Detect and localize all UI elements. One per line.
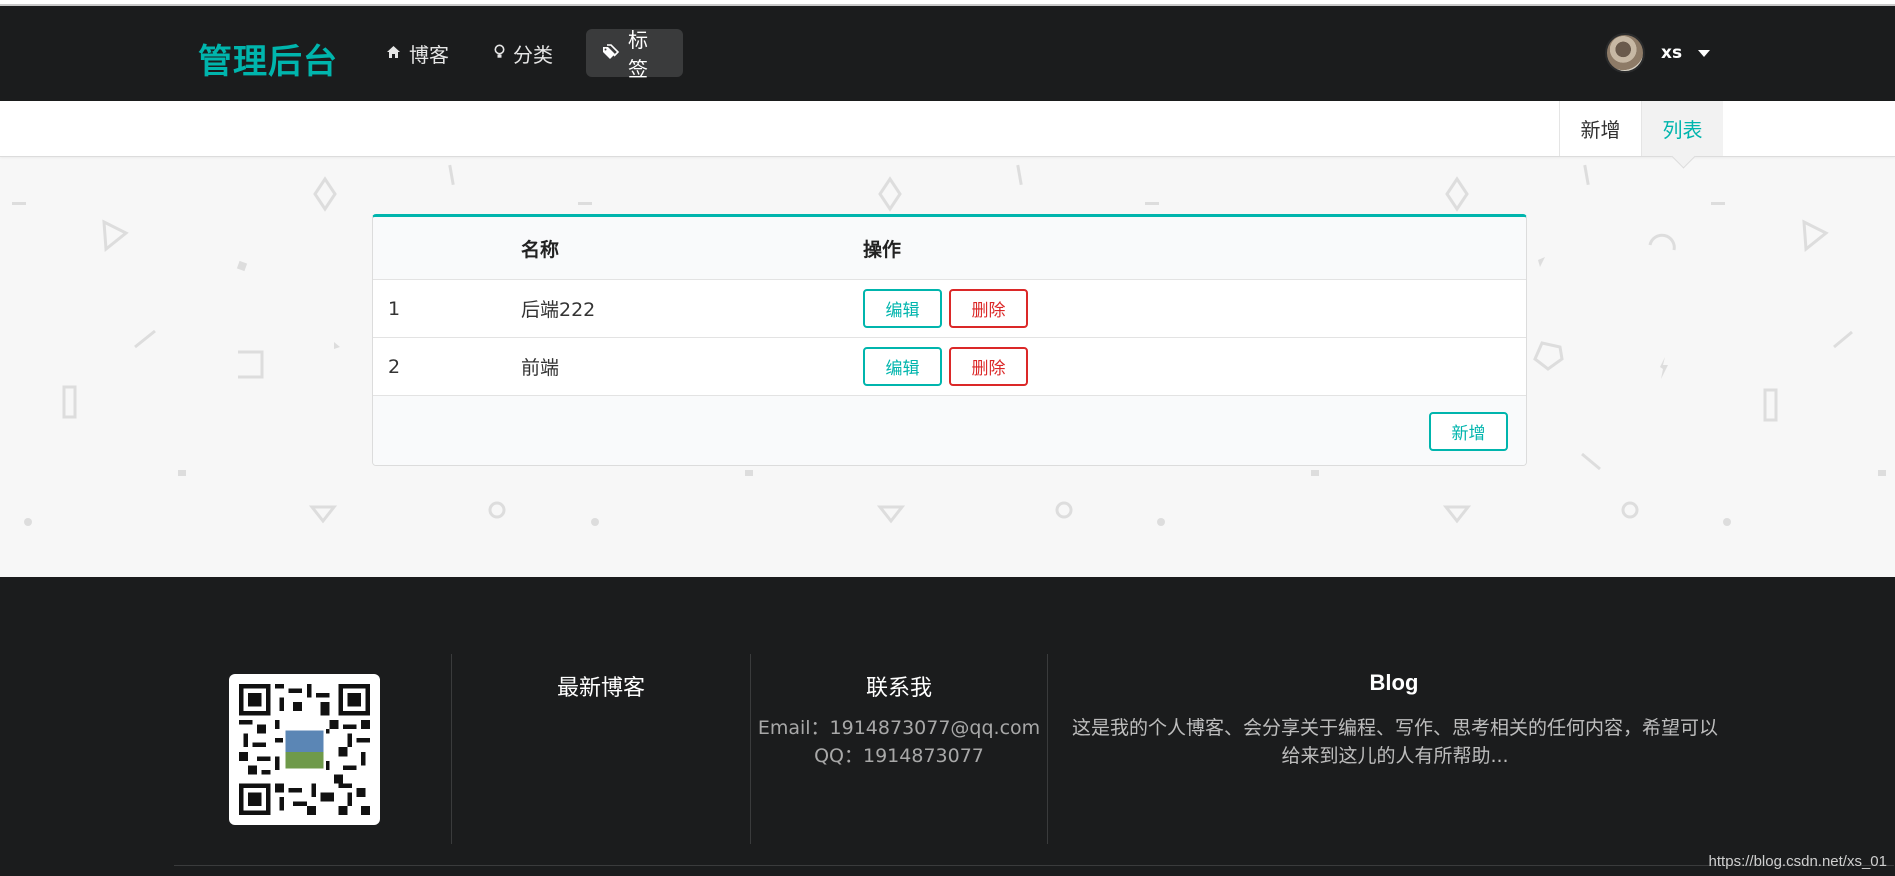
user-menu[interactable]: xs <box>1605 33 1711 73</box>
nav-item-label: 标签 <box>628 28 648 81</box>
row-name: 后端222 <box>521 299 596 321</box>
qr-code-image <box>229 674 380 825</box>
tag-list-table: 名称 操作 1 后端222 编辑 删除 2 前端 编辑 删除 新增 <box>372 214 1527 466</box>
row-index: 2 <box>388 355 401 378</box>
watermark-text: https://blog.csdn.net/xs_01 <box>1708 853 1887 870</box>
submenu-item-add[interactable]: 新增 <box>1559 101 1641 156</box>
delete-button[interactable]: 删除 <box>949 347 1028 386</box>
lightbulb-icon <box>494 44 505 62</box>
footer-email: Email：1914873077@qq.com <box>757 717 1041 739</box>
tags-icon <box>602 44 620 62</box>
footer-latest-blog-title: 最新博客 <box>556 676 645 701</box>
edit-button[interactable]: 编辑 <box>863 289 942 328</box>
username[interactable]: xs <box>1661 43 1682 63</box>
submenu-item-list[interactable]: 列表 <box>1641 101 1723 156</box>
footer-bottom-divider <box>174 865 1894 866</box>
footer-blog-title: Blog <box>1369 670 1419 695</box>
site-footer: 最新博客 联系我 Email：1914873077@qq.com QQ：1914… <box>0 577 1895 876</box>
column-header-actions: 操作 <box>863 238 902 261</box>
footer-blog-description: 这是我的个人博客、会分享关于编程、写作、思考相关的任何内容，希望可以给来到这儿的… <box>1071 717 1718 767</box>
table-footer-row: 新增 <box>373 396 1526 465</box>
nav-item-blog[interactable]: 博客 <box>370 29 465 77</box>
table-row: 2 前端 编辑 删除 <box>373 338 1526 396</box>
sub-menu: 新增 列表 <box>0 101 1895 157</box>
nav-item-category[interactable]: 分类 <box>478 29 569 77</box>
chevron-down-icon[interactable] <box>1698 49 1711 57</box>
footer-contact-title: 联系我 <box>865 676 932 701</box>
avatar[interactable] <box>1605 33 1645 73</box>
nav-item-label: 博客 <box>409 42 449 67</box>
nav-item-tags[interactable]: 标签 <box>586 28 683 81</box>
edit-button[interactable]: 编辑 <box>863 347 942 386</box>
top-navbar: 管理后台 博客 分类 标签 xs <box>0 6 1895 101</box>
footer-qq: QQ：1914873077 <box>814 745 984 767</box>
row-actions: 编辑 删除 <box>863 338 1035 395</box>
brand-title[interactable]: 管理后台 <box>198 34 338 83</box>
add-tag-button[interactable]: 新增 <box>1429 412 1508 451</box>
row-name: 前端 <box>521 357 560 379</box>
row-index: 1 <box>388 297 401 320</box>
table-header-row: 名称 操作 <box>373 217 1526 280</box>
nav-item-label: 分类 <box>513 42 553 67</box>
delete-button[interactable]: 删除 <box>949 289 1028 328</box>
home-icon <box>386 45 401 62</box>
table-row: 1 后端222 编辑 删除 <box>373 280 1526 338</box>
column-header-name: 名称 <box>521 238 560 261</box>
row-actions: 编辑 删除 <box>863 280 1035 337</box>
